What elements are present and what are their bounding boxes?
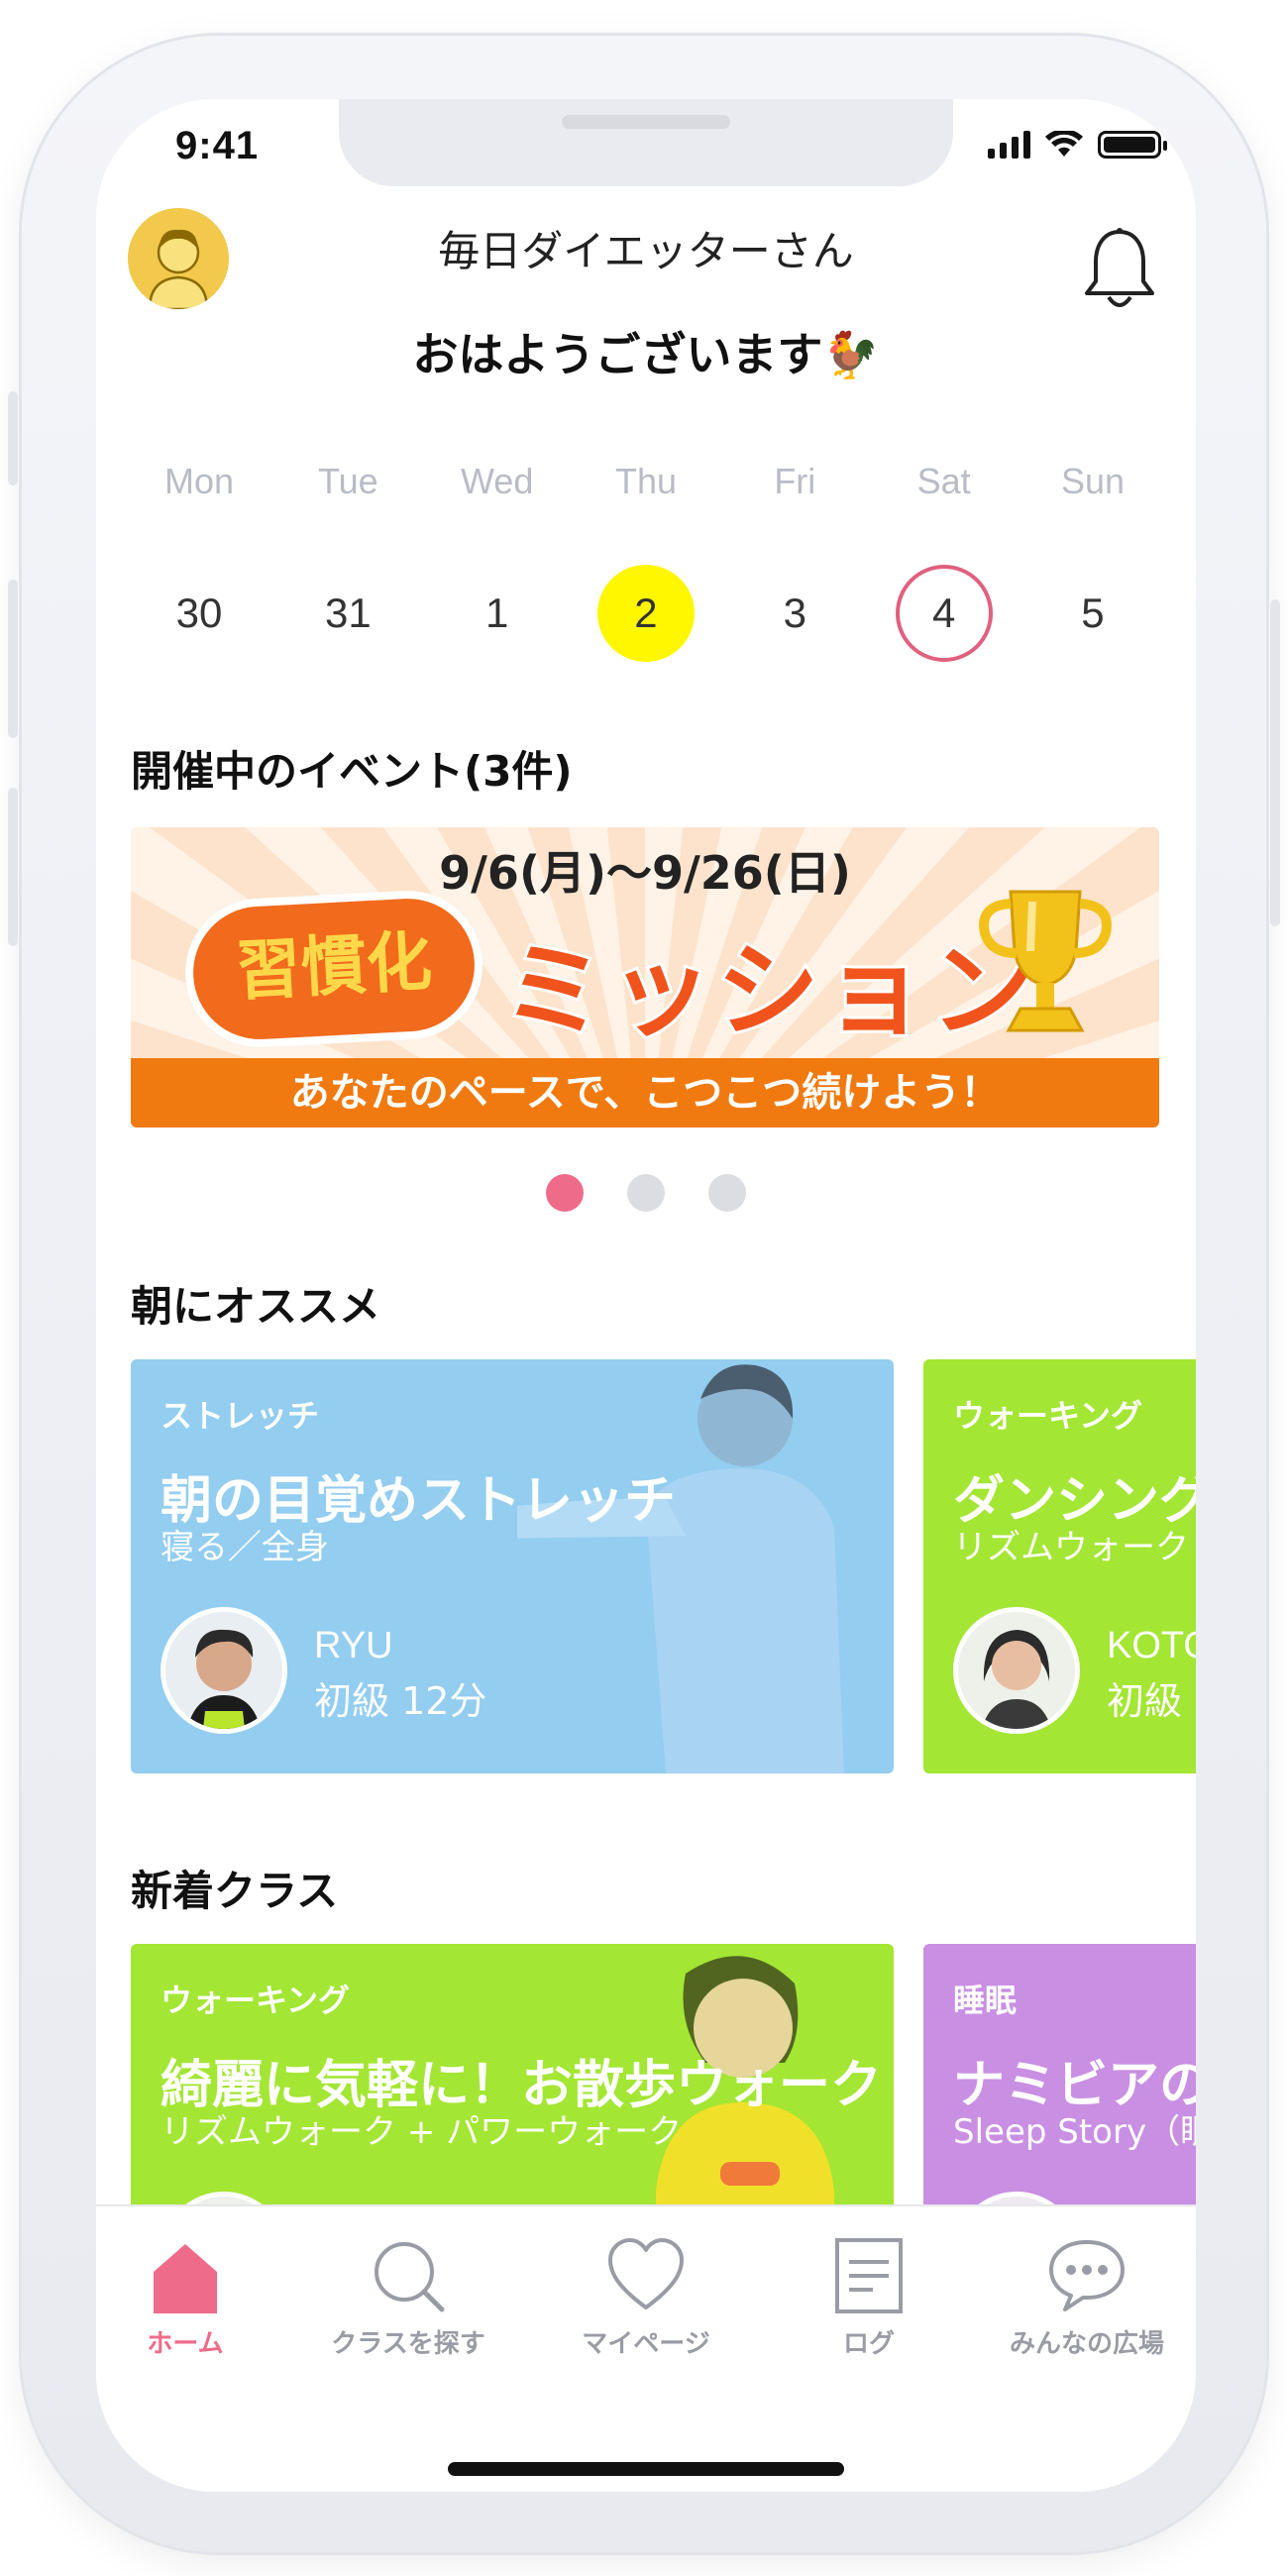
banner-badge-text: 習慣化	[233, 922, 434, 1011]
search-icon	[375, 2242, 445, 2312]
speaker	[562, 115, 730, 129]
instructor-name: RYU	[314, 1625, 393, 1666]
instructor-avatar	[953, 1607, 1080, 1734]
log-icon	[835, 2238, 903, 2313]
chat-bubble-icon	[1049, 2240, 1125, 2311]
battery-icon	[1098, 131, 1167, 159]
day-name: Sat	[916, 461, 971, 501]
home-icon	[154, 2244, 217, 2313]
carousel-dot-2[interactable]	[627, 1174, 665, 1212]
tab-mypage[interactable]: マイページ	[547, 2236, 745, 2360]
carousel-dots	[96, 1174, 1196, 1212]
day-fri[interactable]: Fri 3	[721, 461, 868, 662]
instructor-avatar	[161, 1607, 287, 1734]
day-name: Fri	[774, 461, 816, 501]
day-number: 30	[175, 590, 223, 636]
morning-section-title: 朝にオススメ	[131, 1282, 381, 1331]
banner-headline: ミッション	[499, 927, 1038, 1054]
tab-label: ログ	[842, 2329, 895, 2359]
day-wed[interactable]: Wed 1	[424, 461, 571, 662]
username: 毎日ダイエッターさん	[438, 227, 854, 275]
banner-tagline-strip: あなたのペースで、こつこつ続けよう！	[131, 1058, 1159, 1127]
card-subtitle: Sleep Story（眠	[953, 2112, 1196, 2152]
day-number: 31	[324, 590, 372, 636]
tab-label: ホーム	[147, 2329, 224, 2359]
instructor-name: KOTO	[1107, 1625, 1196, 1666]
trophy-icon	[979, 890, 1112, 1032]
day-mon[interactable]: Mon 30	[126, 461, 272, 662]
day-number-marked: 4	[895, 565, 993, 662]
day-name: Sun	[1060, 461, 1125, 501]
notch	[339, 99, 953, 186]
instructor-photo	[517, 1364, 844, 1773]
tab-home[interactable]: ホーム	[96, 2236, 284, 2360]
card-category: ウォーキング	[161, 1982, 351, 2019]
class-meta: 初級 12分	[314, 1679, 487, 1723]
wifi-icon	[1045, 131, 1083, 157]
tab-search[interactable]: クラスを探す	[309, 2236, 507, 2360]
day-sun[interactable]: Sun 5	[1020, 461, 1166, 662]
events-section-title: 開催中のイベント(3件)	[131, 747, 573, 796]
card-category: ストレッチ	[161, 1397, 320, 1435]
week-calendar: Mon 30 Tue 31 Wed 1 Thu 2 Fri 3 Sat 4 Su…	[126, 461, 1166, 662]
day-sat[interactable]: Sat 4	[871, 461, 1018, 662]
banner-badge: 習慣化	[181, 887, 486, 1051]
event-banner[interactable]: 9/6(月)〜9/26(日) 習慣化 ミッション あなたのペースで、こつこつ続け…	[131, 827, 1159, 1127]
status-time: 9:41	[175, 124, 260, 167]
card-category: 睡眠	[953, 1982, 1018, 2019]
day-number: 1	[484, 590, 509, 636]
signal-icon	[988, 131, 1030, 159]
tab-label: クラスを探す	[331, 2329, 485, 2359]
day-number: 3	[783, 590, 806, 636]
day-name: Tue	[317, 461, 378, 501]
card-subtitle: リズムウォーク +	[953, 1528, 1196, 1567]
card-category: ウォーキング	[953, 1397, 1143, 1435]
day-name: Mon	[163, 461, 235, 501]
side-button-volume-down	[8, 788, 18, 946]
tab-community[interactable]: みんなの広場	[978, 2236, 1196, 2360]
day-thu[interactable]: Thu 2	[573, 461, 719, 662]
card-subtitle: リズムウォーク + パワーウォーク	[161, 2112, 683, 2152]
class-card-stretch[interactable]: ストレッチ 朝の目覚めストレッチ 寝る／全身 RYU 初級 12分	[131, 1359, 894, 1773]
side-button-silent	[8, 391, 18, 485]
screen: 9:41 毎日ダイエッターさん おはようございます🐓 Mon 30 Tue 31…	[96, 99, 1196, 2492]
home-indicator	[448, 2462, 844, 2476]
class-meta: 初級	[1107, 1679, 1183, 1723]
banner-tagline: あなたのペースで、こつこつ続けよう！	[289, 1070, 1001, 1116]
tab-label: マイページ	[582, 2329, 710, 2359]
day-number: 5	[1081, 590, 1105, 636]
side-button-power	[1270, 599, 1280, 926]
side-button-volume-up	[8, 580, 18, 738]
tab-log[interactable]: ログ	[770, 2236, 968, 2360]
carousel-dot-1[interactable]	[546, 1174, 584, 1212]
greeting: おはようございます🐓	[412, 328, 880, 381]
day-name: Thu	[614, 461, 677, 501]
day-name: Wed	[460, 461, 534, 501]
heart-icon	[608, 2238, 684, 2309]
day-number-today: 2	[596, 565, 695, 662]
class-card-walking[interactable]: ウォーキング ダンシング リズムウォーク + KOTO 初級	[923, 1359, 1196, 1773]
status-icons	[988, 131, 1167, 159]
card-subtitle: 寝る／全身	[161, 1528, 329, 1567]
bell-icon[interactable]	[1081, 226, 1158, 315]
tab-bar: ホーム クラスを探す マイページ ログ みんなの広場	[96, 2204, 1196, 2492]
carousel-dot-3[interactable]	[708, 1174, 746, 1212]
tab-label: みんなの広場	[1009, 2329, 1164, 2359]
day-tue[interactable]: Tue 31	[274, 461, 421, 662]
new-classes-section-title: 新着クラス	[131, 1867, 339, 1915]
